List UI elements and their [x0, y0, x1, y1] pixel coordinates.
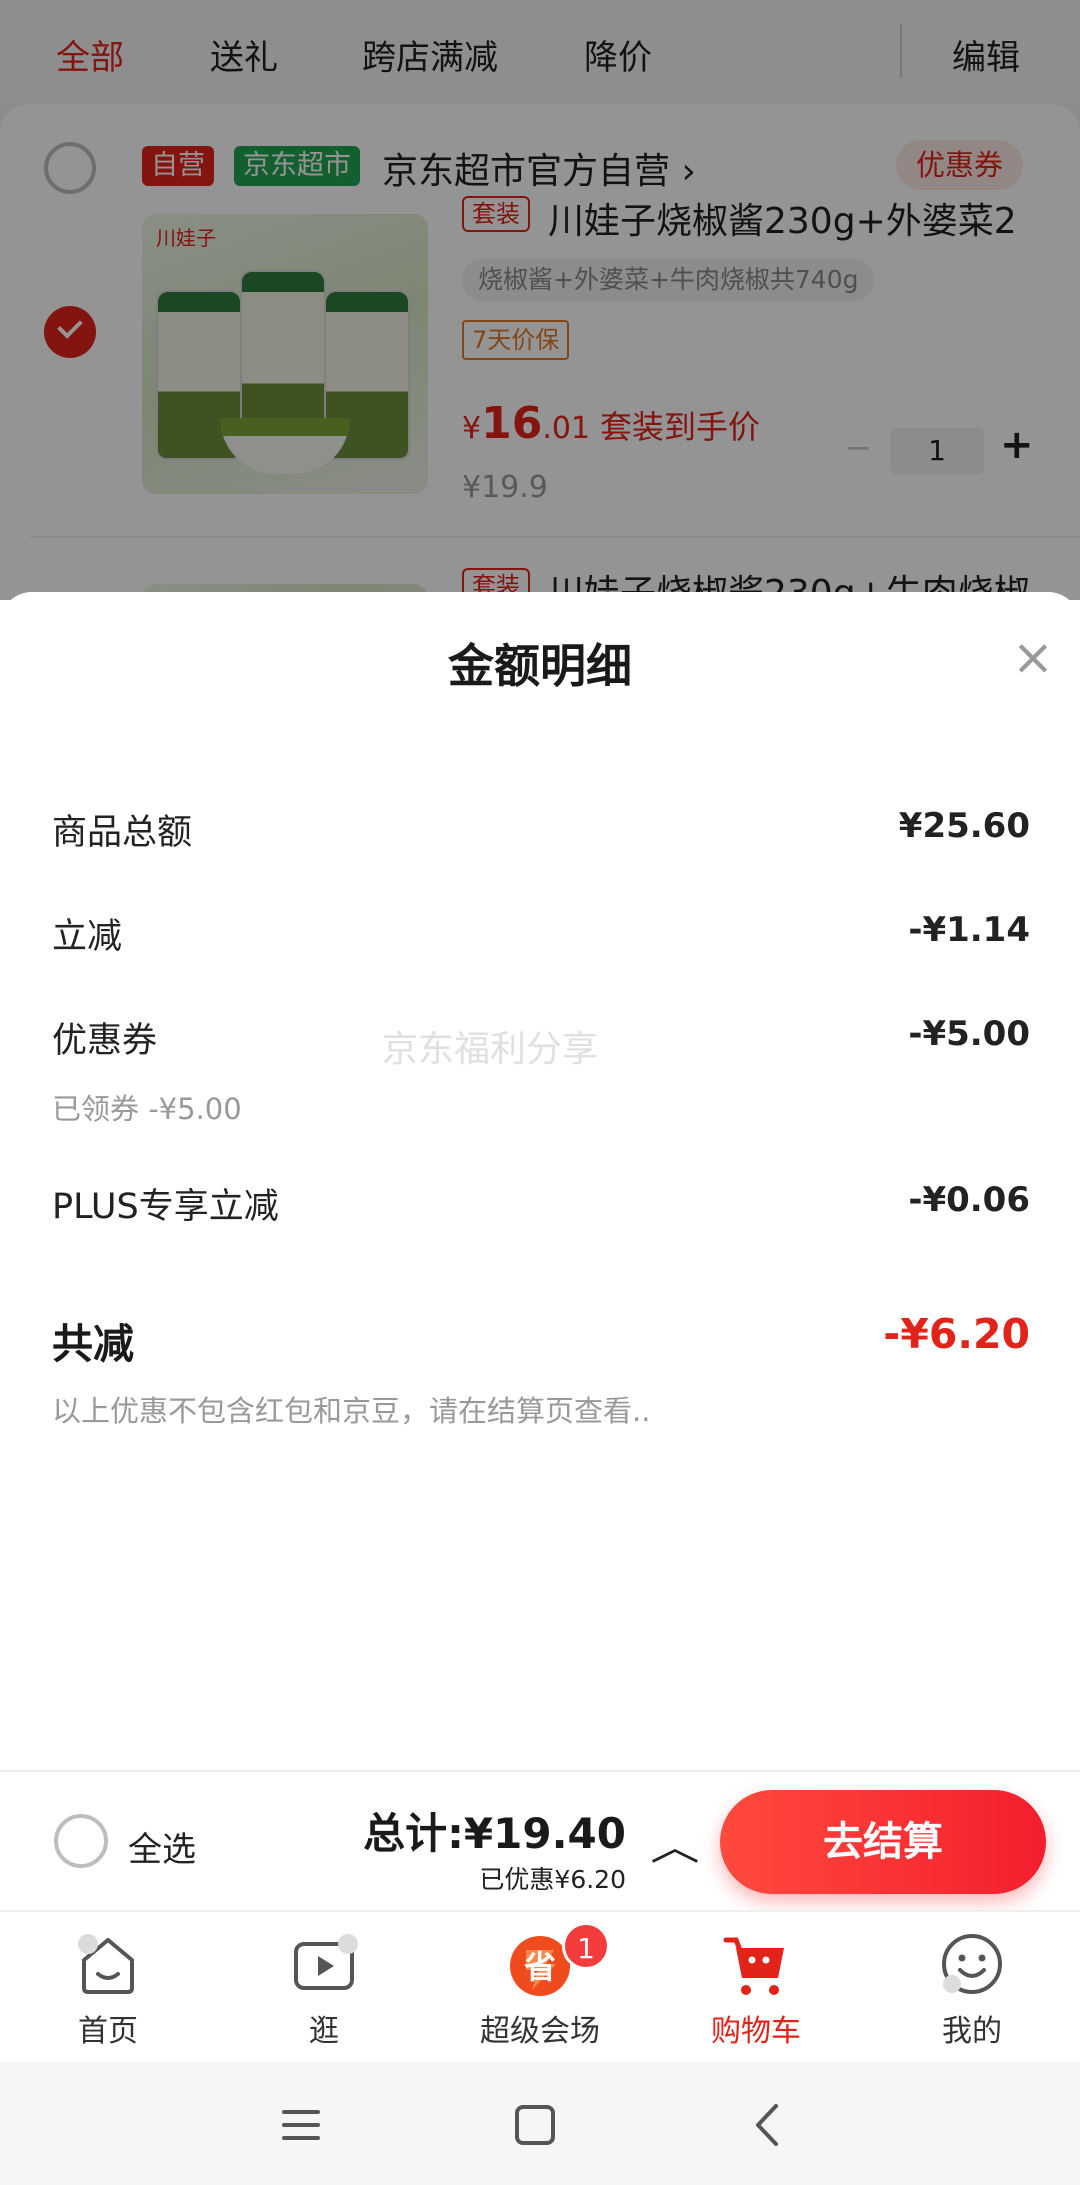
- sheet-title: 金额明细: [448, 639, 632, 693]
- nav-label: 逛: [309, 2014, 339, 2049]
- subtotal-label: 商品总额: [52, 813, 193, 853]
- nav-item-super-venue[interactable]: 省 1 超级会场: [432, 1912, 648, 2064]
- subtotal-value: ¥25.60: [898, 806, 1030, 846]
- discount-note: 以上优惠不包含红包和京豆，请在结算页查看..: [52, 1394, 651, 1428]
- checkout-bar: 全选 总计:¥19.40 已优惠¥6.20 ︿ 去结算: [0, 1770, 1080, 1910]
- nav-label: 购物车: [711, 2014, 801, 2049]
- modal-backdrop[interactable]: [0, 0, 1080, 600]
- notification-badge: 1: [562, 1922, 610, 1970]
- video-play-icon: [294, 1934, 358, 1990]
- chevron-up-icon[interactable]: ︿: [650, 1816, 699, 1871]
- nav-label: 超级会场: [480, 2014, 600, 2049]
- nav-item-explore[interactable]: 逛: [216, 1912, 432, 2064]
- total-price: 总计:¥19.40: [363, 1809, 626, 1858]
- plus-discount-value: -¥0.06: [908, 1180, 1030, 1220]
- super-venue-icon-text: 省: [524, 1948, 556, 1986]
- menu-icon[interactable]: [266, 2090, 336, 2160]
- close-icon[interactable]: ×: [1012, 632, 1054, 682]
- back-icon[interactable]: [734, 2090, 804, 2160]
- checkout-button[interactable]: 去结算: [720, 1790, 1046, 1894]
- system-nav-bar: [0, 2062, 1080, 2185]
- coupon-value: -¥5.00: [908, 1014, 1030, 1054]
- watermark-text: 京东福利分享: [382, 1029, 599, 1070]
- nav-item-cart[interactable]: 购物车: [648, 1912, 864, 2064]
- cart-background: 全部 送礼 跨店满减 降价 编辑 自营 京东超市 京东超市官方自营 › 优惠券 …: [0, 0, 1080, 600]
- instant-discount-value: -¥1.14: [908, 910, 1030, 950]
- smiley-icon: [942, 1934, 1002, 1994]
- coupon-claimed-note: 已领券 -¥5.00: [52, 1092, 242, 1126]
- nav-item-home[interactable]: 首页: [0, 1912, 216, 2064]
- instant-discount-label: 立减: [52, 917, 123, 957]
- plus-discount-label: PLUS专享立减: [52, 1187, 279, 1227]
- nav-label: 我的: [942, 2014, 1002, 2049]
- saved-amount: 已优惠¥6.20: [479, 1865, 626, 1894]
- home-icon: [78, 1934, 134, 1994]
- select-all-radio[interactable]: [54, 1814, 108, 1868]
- total-discount-label: 共减: [52, 1320, 134, 1368]
- cart-icon: [723, 1937, 784, 1995]
- select-all-label[interactable]: 全选: [128, 1822, 196, 1871]
- nav-item-profile[interactable]: 我的: [864, 1912, 1080, 2064]
- home-square-icon[interactable]: [500, 2090, 570, 2160]
- bottom-nav: 首页 逛 省 1 超级会场 购物车 我的: [0, 1910, 1080, 2062]
- total-discount-value: -¥6.20: [883, 1310, 1030, 1358]
- amount-detail-sheet: 金额明细 × 京东福利分享 商品总额 ¥25.60 立减 -¥1.14 优惠券 …: [0, 592, 1080, 1772]
- coupon-label: 优惠券: [52, 1021, 158, 1061]
- nav-label: 首页: [78, 2014, 138, 2049]
